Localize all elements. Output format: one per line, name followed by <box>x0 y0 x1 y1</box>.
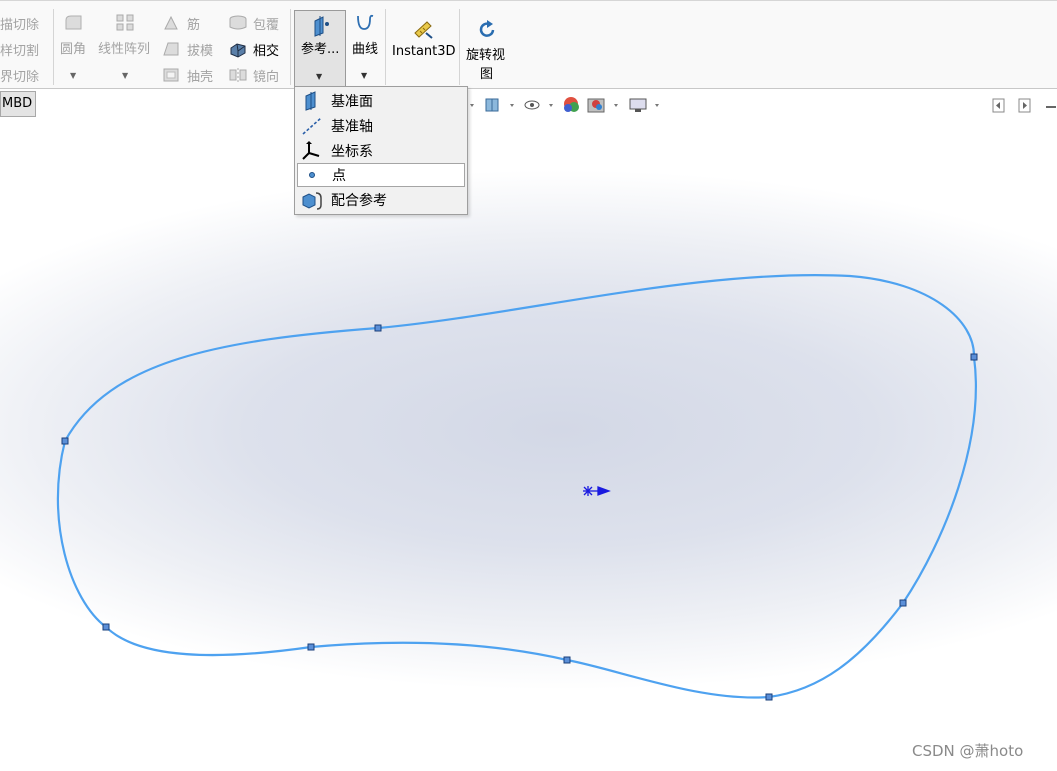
spline-point[interactable] <box>61 437 69 445</box>
spline-point[interactable] <box>307 643 315 651</box>
spline-point[interactable] <box>970 353 978 361</box>
spline-point[interactable] <box>765 693 773 701</box>
watermark: CSDN @萧hoto <box>912 742 1024 760</box>
spline-point[interactable] <box>899 599 907 607</box>
spline-point[interactable] <box>102 623 110 631</box>
spline-point[interactable] <box>563 656 571 664</box>
spline-control-points <box>61 324 978 701</box>
origin-icon[interactable] <box>583 486 611 496</box>
closed-spline[interactable] <box>56 274 977 699</box>
sketch-canvas <box>56 274 978 701</box>
spline-point[interactable] <box>374 324 382 332</box>
